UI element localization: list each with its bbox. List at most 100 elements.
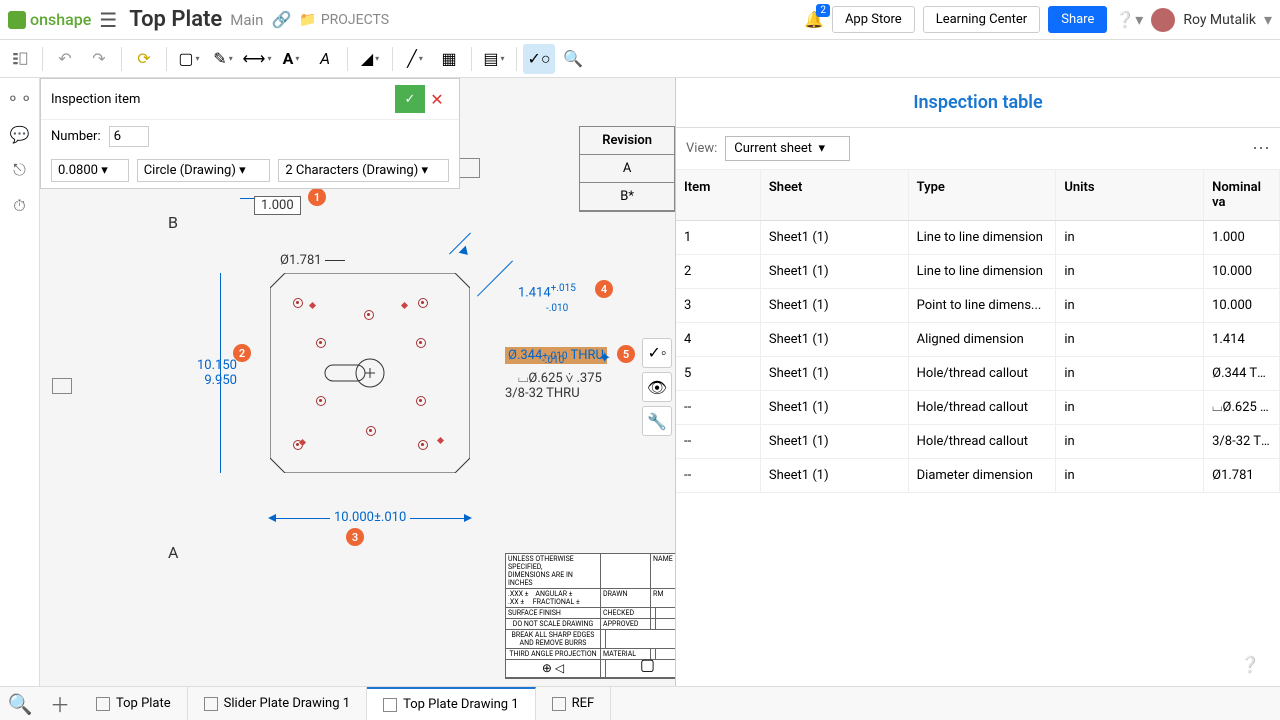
share-button[interactable]: Share bbox=[1048, 6, 1107, 33]
inspection-bubble-5[interactable]: 5 bbox=[617, 345, 635, 363]
document-title[interactable]: Top Plate bbox=[129, 7, 222, 32]
logo-icon bbox=[8, 11, 26, 29]
left-rail: ⚬⚬ 💬 ⎋ ⏱ bbox=[0, 78, 40, 686]
table-button[interactable]: ▤▾ bbox=[478, 44, 510, 74]
insert-view-button[interactable]: ▢▾ bbox=[173, 44, 205, 74]
number-label: Number: bbox=[51, 129, 101, 144]
dimension[interactable]: 3/8-32 THRU bbox=[505, 386, 580, 401]
sketch-tool-button[interactable]: ✎▾ bbox=[207, 44, 239, 74]
table-row[interactable]: 1Sheet1 (1)Line to line dimensionin1.000 bbox=[676, 221, 1280, 255]
tab-slider-drawing[interactable]: Slider Plate Drawing 1 bbox=[188, 687, 367, 720]
drawing-canvas[interactable]: Inspection item ✓ ✕ Number: 0.0800 ▾ Cir… bbox=[40, 78, 675, 686]
inspection-bubble-3[interactable]: 3 bbox=[346, 528, 364, 546]
inspection-bubble-1[interactable]: 1 bbox=[308, 188, 326, 206]
dimension[interactable]: 1.000 bbox=[254, 196, 301, 215]
table-row[interactable]: 4Sheet1 (1)Aligned dimensionin1.414 bbox=[676, 323, 1280, 357]
col-units[interactable]: Units bbox=[1056, 170, 1204, 220]
cancel-button[interactable]: ✕ bbox=[425, 85, 449, 113]
search-tabs-icon[interactable]: 🔍 bbox=[0, 687, 40, 720]
hide-icon[interactable]: 👁 bbox=[642, 372, 672, 402]
branch-label[interactable]: Main bbox=[230, 11, 263, 29]
rail-history-icon[interactable]: ⏱ bbox=[8, 194, 32, 218]
redo-button[interactable]: ↷ bbox=[83, 44, 115, 74]
projects-label: PROJECTS bbox=[321, 12, 389, 28]
cell-type: Point to line dimens... bbox=[909, 289, 1057, 322]
datum-button[interactable]: ◢▾ bbox=[354, 44, 386, 74]
cell-type: Diameter dimension bbox=[909, 459, 1057, 492]
more-icon[interactable]: ⋯ bbox=[1252, 138, 1270, 159]
note-button[interactable]: A▾ bbox=[275, 44, 307, 74]
undo-button[interactable]: ↶ bbox=[49, 44, 81, 74]
text-button[interactable]: A bbox=[309, 44, 341, 74]
update-button[interactable]: ⟳ bbox=[128, 44, 160, 74]
col-nominal[interactable]: Nominal va bbox=[1204, 170, 1280, 220]
dimension[interactable]: Ø1.781 bbox=[280, 253, 322, 268]
expand-panel-icon[interactable] bbox=[52, 378, 72, 394]
dimension[interactable]: -.010 bbox=[542, 355, 564, 366]
inspection-table: Item Sheet Type Units Nominal va 1Sheet1… bbox=[676, 170, 1280, 493]
cell-nominal: 1.414 bbox=[1204, 323, 1280, 356]
shape-select[interactable]: Circle (Drawing) ▾ bbox=[137, 159, 271, 182]
dimension[interactable]: 10.000±.010 bbox=[330, 510, 410, 525]
inspection-button[interactable]: ✓○ bbox=[523, 44, 555, 74]
col-type[interactable]: Type bbox=[909, 170, 1057, 220]
table-row[interactable]: 3Sheet1 (1)Point to line dimens...in10.0… bbox=[676, 289, 1280, 323]
col-sheet[interactable]: Sheet bbox=[761, 170, 909, 220]
rail-comment-icon[interactable]: 💬 bbox=[8, 122, 32, 146]
cell-item: -- bbox=[676, 459, 761, 492]
dimension-button[interactable]: ⟷▾ bbox=[241, 44, 273, 74]
learning-center-button[interactable]: Learning Center bbox=[923, 6, 1041, 33]
part-icon bbox=[96, 697, 110, 711]
table-row[interactable]: --Sheet1 (1)Hole/thread calloutin⌴Ø.625 … bbox=[676, 391, 1280, 425]
menu-icon[interactable]: ☰ bbox=[99, 8, 117, 32]
table-row[interactable]: --Sheet1 (1)Diameter dimensioninØ1.781 bbox=[676, 459, 1280, 493]
cell-item: -- bbox=[676, 425, 761, 458]
drawing-sheet[interactable]: B A 1.000 1 Ø1.781 bbox=[120, 158, 675, 686]
cell-nominal: 10.000 bbox=[1204, 255, 1280, 288]
notifications-icon[interactable]: 🔔 2 bbox=[804, 10, 824, 29]
line-tool-button[interactable]: ╱▾ bbox=[399, 44, 431, 74]
app-store-button[interactable]: App Store bbox=[832, 6, 915, 33]
logo[interactable]: onshape bbox=[8, 10, 91, 29]
feature-tree-toggle[interactable] bbox=[4, 44, 36, 74]
rail-connect-icon[interactable]: ⚬⚬ bbox=[8, 86, 32, 110]
inspection-bubble-4[interactable]: 4 bbox=[595, 280, 613, 298]
wrench-icon[interactable]: 🔧 bbox=[642, 406, 672, 436]
dimension[interactable]: 1.414+.015 -.010 bbox=[518, 283, 576, 315]
tab-ref[interactable]: REF bbox=[536, 687, 612, 720]
hatch-button[interactable]: ▦ bbox=[433, 44, 465, 74]
cell-units: in bbox=[1056, 391, 1204, 424]
cell-type: Hole/thread callout bbox=[909, 425, 1057, 458]
inspection-table-button[interactable]: 🔍 bbox=[557, 44, 589, 74]
projects-folder[interactable]: 📁 PROJECTS bbox=[299, 12, 389, 28]
table-row[interactable]: --Sheet1 (1)Hole/thread calloutin3/8-32 … bbox=[676, 425, 1280, 459]
number-input[interactable] bbox=[109, 126, 149, 147]
confirm-button[interactable]: ✓ bbox=[395, 85, 425, 113]
canvas-right-rail: ✓◦ 👁 🔧 bbox=[642, 338, 672, 436]
link-icon[interactable]: 🔗 bbox=[271, 10, 291, 29]
cell-units: in bbox=[1056, 425, 1204, 458]
table-row[interactable]: 5Sheet1 (1)Hole/thread calloutinØ.344 TH… bbox=[676, 357, 1280, 391]
help-icon[interactable]: ❔▾ bbox=[1115, 10, 1143, 29]
help-icon[interactable]: ❔ bbox=[1240, 655, 1260, 674]
dimension[interactable]: 10.150 9.950 bbox=[197, 358, 237, 388]
table-row[interactable]: 2Sheet1 (1)Line to line dimensionin10.00… bbox=[676, 255, 1280, 289]
tab-top-plate[interactable]: Top Plate bbox=[80, 687, 188, 720]
cell-units: in bbox=[1056, 357, 1204, 390]
tolerance-select[interactable]: 0.0800 ▾ bbox=[51, 159, 129, 182]
col-item[interactable]: Item bbox=[676, 170, 761, 220]
sheet-format-icon[interactable]: ▢ bbox=[640, 655, 655, 674]
user-avatar[interactable] bbox=[1151, 8, 1175, 32]
user-name[interactable]: Roy Mutalik bbox=[1183, 12, 1256, 28]
inspection-bubble-2[interactable]: 2 bbox=[233, 344, 251, 362]
cell-type: Line to line dimension bbox=[909, 221, 1057, 254]
tab-top-plate-drawing[interactable]: Top Plate Drawing 1 bbox=[367, 687, 536, 720]
dimension[interactable]: ⌴Ø.625 ⩒ .375 bbox=[518, 371, 602, 386]
user-dropdown-icon[interactable]: ▾ bbox=[1264, 10, 1272, 29]
add-tab-button[interactable]: ＋ bbox=[40, 687, 80, 720]
chars-select[interactable]: 2 Characters (Drawing) ▾ bbox=[278, 159, 449, 182]
rail-versions-icon[interactable]: ⎋ bbox=[8, 158, 32, 182]
cell-nominal: ⌴Ø.625 ⩒ .3 bbox=[1204, 391, 1280, 424]
inspection-ribbon-icon[interactable]: ✓◦ bbox=[642, 338, 672, 368]
view-select[interactable]: Current sheet ▾ bbox=[725, 136, 850, 161]
